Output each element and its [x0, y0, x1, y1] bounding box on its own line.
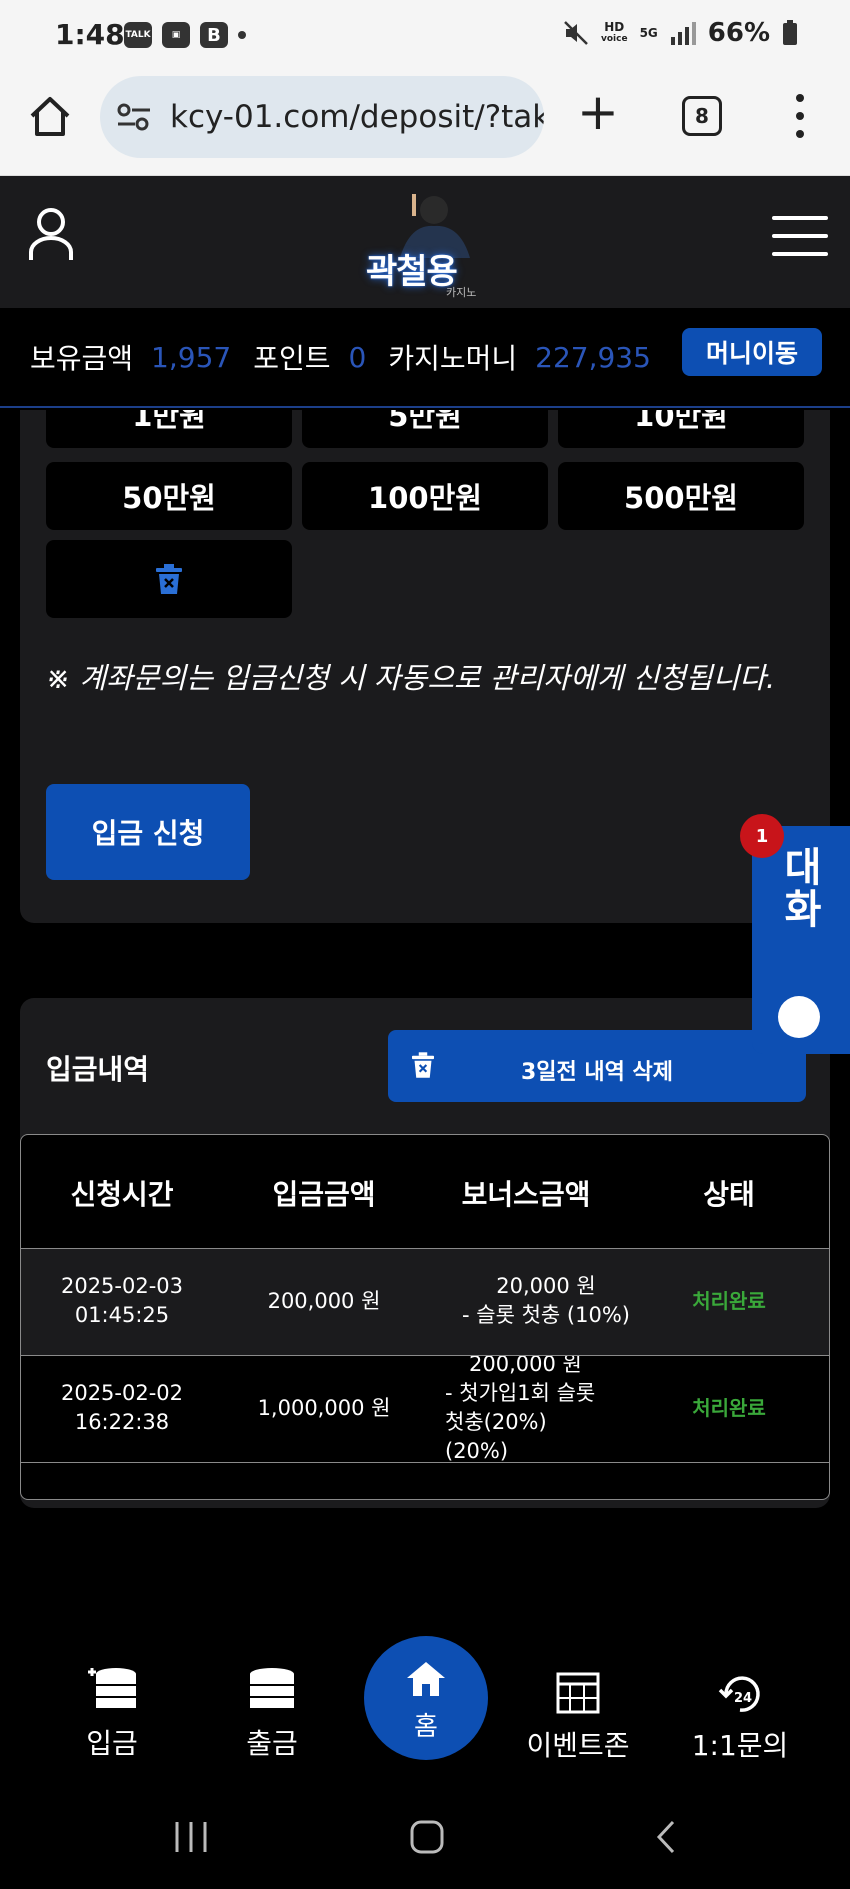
deposit-form-card: 1만원 5만원 10만원 50만원 100만원 500만원 ※ 계좌문의는 입금… — [20, 410, 830, 923]
recent-apps-icon[interactable] — [174, 1822, 208, 1852]
status-badge: 처리완료 — [692, 1289, 766, 1313]
holding-value: 1,957 — [151, 340, 232, 374]
nav-deposit-label: 입금 — [86, 1727, 138, 1760]
bottom-navigation: 입금 출금 홈 이벤트존 24 1:1문의 — [0, 1600, 850, 1770]
amount-button-10k[interactable]: 1만원 — [46, 410, 292, 448]
money-transfer-button[interactable]: 머니이동 — [682, 328, 822, 376]
nav-deposit[interactable]: 입금 — [52, 1666, 172, 1762]
chat-label: 대화 — [776, 846, 822, 930]
tab-switcher-button[interactable]: 8 — [682, 96, 722, 136]
system-navigation-bar — [0, 1780, 850, 1889]
logo-subtext: 카지노 — [446, 286, 477, 299]
delete-old-history-button[interactable]: 3일전 내역 삭제 — [388, 1030, 806, 1102]
site-logo[interactable]: 곽철용 카지노 — [360, 188, 500, 299]
status-bar: 1:48 TALK ▣ B HD voice 5G 66% — [0, 0, 850, 70]
point-label: 포인트 — [253, 342, 331, 375]
browser-toolbar: kcy-01.com/deposit/?tak + 8 — [0, 70, 850, 176]
nav-withdraw[interactable]: 출금 — [212, 1666, 332, 1762]
chat-unread-badge: 1 — [740, 814, 784, 858]
user-icon[interactable] — [28, 206, 74, 262]
notification-icons: TALK ▣ B — [124, 22, 246, 48]
home-icon[interactable] — [28, 94, 72, 138]
site-settings-icon[interactable] — [116, 102, 152, 132]
column-header: 입금금액 — [272, 1178, 376, 1211]
amount-button-100k[interactable]: 10만원 — [558, 410, 804, 448]
nav-event-label: 이벤트존 — [526, 1729, 630, 1762]
address-bar[interactable]: kcy-01.com/deposit/?tak — [100, 76, 544, 158]
status-time: 1:48 — [55, 18, 125, 51]
table-row: 2025-02-02 16:22:38 1,000,000 원 200,000 원… — [21, 1356, 829, 1463]
home-icon — [407, 1662, 445, 1696]
new-tab-button[interactable]: + — [575, 87, 621, 138]
nav-home-label: 홈 — [414, 1712, 438, 1742]
deposit-coins-icon — [88, 1668, 136, 1708]
hd-voice-icon: HD voice — [600, 20, 628, 44]
mute-icon — [564, 21, 588, 45]
balance-bar: 보유금액 1,957 포인트 0 카지노머니 227,935 머니이동 — [0, 308, 850, 408]
chat-bubble-icon — [778, 996, 820, 1038]
signal-icon — [670, 22, 696, 45]
column-header: 보너스금액 — [461, 1178, 591, 1211]
deposit-request-button[interactable]: 입금 신청 — [46, 784, 250, 880]
request-time-cell: 2025-02-03 01:45:25 — [60, 1274, 184, 1327]
bonus-amount-cell: 200,000 원 - 첫가입1회 슬롯 첫충(20%) (20%) — [445, 1356, 596, 1463]
table-row: 2025-02-03 01:45:25 200,000 원 20,000 원- 슬… — [21, 1249, 829, 1356]
nav-event-zone[interactable]: 이벤트존 — [518, 1672, 638, 1764]
event-calendar-icon — [556, 1672, 600, 1714]
holding-label: 보유금액 — [30, 342, 134, 375]
hamburger-menu-icon[interactable] — [772, 216, 828, 256]
logo-text: 곽철용 — [366, 252, 458, 292]
column-header: 상태 — [703, 1178, 755, 1211]
5g-icon: 5G — [639, 26, 658, 40]
battery-percent: 66% — [707, 18, 770, 48]
nav-home-button[interactable]: 홈 — [364, 1636, 488, 1760]
status-right: HD voice 5G 66% — [563, 18, 798, 48]
image-notification-icon: ▣ — [162, 22, 190, 48]
point-value: 0 — [348, 340, 367, 374]
status-badge: 처리완료 — [692, 1396, 766, 1420]
url-text: kcy-01.com/deposit/?tak — [170, 99, 544, 135]
nav-inquiry-label: 1:1문의 — [691, 1729, 789, 1762]
more-notifications-dot — [238, 31, 246, 39]
browser-menu-button[interactable] — [794, 94, 806, 138]
withdraw-coins-icon — [250, 1668, 294, 1708]
table-header: 신청시간 입금금액 보너스금액 상태 — [21, 1135, 829, 1249]
b-notification-icon: B — [200, 22, 228, 48]
deposit-history-table: 신청시간 입금금액 보너스금액 상태 2025-02-03 01:45:25 20… — [20, 1134, 830, 1500]
live-chat-tab[interactable]: 대화 — [752, 826, 850, 1054]
talk-notification-icon: TALK — [124, 22, 152, 48]
amount-button-1m[interactable]: 100만원 — [302, 462, 548, 530]
deposit-amount-cell: 1,000,000 원 — [257, 1396, 391, 1420]
amount-button-50k[interactable]: 5만원 — [302, 410, 548, 448]
amount-button-500k[interactable]: 50만원 — [46, 462, 292, 530]
trash-icon — [156, 564, 182, 594]
back-icon[interactable] — [656, 1820, 676, 1854]
delete-button-label: 3일전 내역 삭제 — [520, 1060, 674, 1085]
svg-text:24: 24 — [734, 1691, 752, 1706]
battery-icon — [783, 20, 797, 45]
support-24-icon: 24 — [718, 1676, 760, 1712]
home-system-icon[interactable] — [410, 1820, 444, 1854]
column-header: 신청시간 — [70, 1178, 174, 1211]
deposit-history-card: 입금내역 3일전 내역 삭제 신청시간 입금금액 보너스금액 상태 2025-0… — [20, 998, 830, 1508]
clear-amount-button[interactable] — [46, 540, 292, 618]
amount-button-5m[interactable]: 500만원 — [558, 462, 804, 530]
casino-money-label: 카지노머니 — [388, 342, 518, 375]
casino-money-value: 227,935 — [535, 340, 651, 374]
deposit-amount-cell: 200,000 원 — [267, 1289, 381, 1313]
request-time-cell: 2025-02-02 16:22:38 — [60, 1381, 184, 1434]
site-header: 곽철용 카지노 — [0, 176, 850, 308]
nav-inquiry[interactable]: 24 1:1문의 — [680, 1672, 800, 1764]
account-inquiry-notice: ※ 계좌문의는 입금신청 시 자동으로 관리자에게 신청됩니다. — [46, 661, 776, 695]
nav-withdraw-label: 출금 — [246, 1727, 298, 1760]
history-title: 입금내역 — [46, 1053, 150, 1086]
main-content: 1만원 5만원 10만원 50만원 100만원 500만원 ※ 계좌문의는 입금… — [0, 410, 850, 1560]
